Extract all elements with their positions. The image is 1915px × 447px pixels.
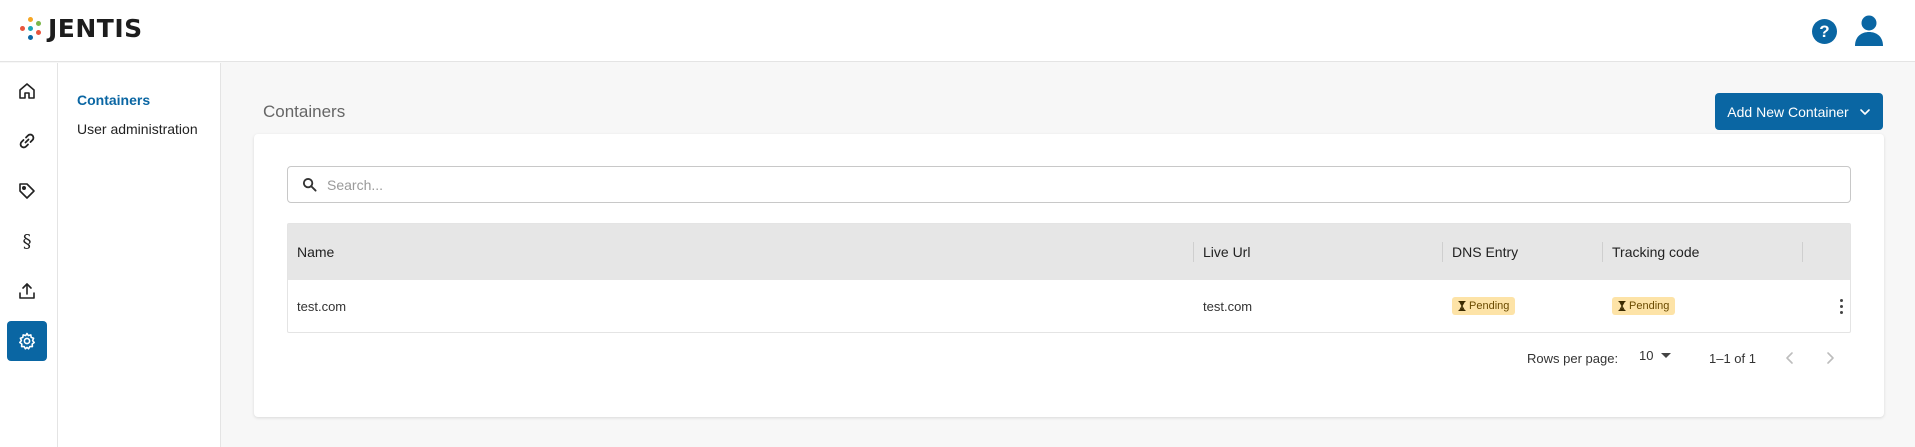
help-circle-icon: ? — [1819, 21, 1830, 41]
pagination: Rows per page: 10 1–1 of 1 — [254, 343, 1884, 373]
pagination-range: 1–1 of 1 — [1709, 351, 1756, 366]
rows-per-page-value: 10 — [1639, 348, 1654, 363]
chevron-down-icon — [1859, 108, 1870, 115]
previous-page-button[interactable] — [1778, 346, 1802, 370]
sidebar-item-publish[interactable] — [7, 271, 47, 311]
status-text: Pending — [1469, 300, 1510, 312]
gear-icon — [19, 332, 35, 350]
sidebar-item-settings[interactable] — [7, 321, 47, 361]
sidebar-item-tags[interactable] — [7, 171, 47, 211]
add-new-container-button[interactable]: Add New Container — [1715, 93, 1883, 130]
link-icon — [19, 133, 35, 149]
cell-live-url: test.com — [1203, 298, 1253, 314]
table-header: Name Live Url DNS Entry Tracking code — [288, 224, 1850, 280]
column-header-live-url[interactable]: Live Url — [1203, 224, 1250, 280]
tag-icon — [19, 183, 35, 199]
logo-mark-icon — [20, 16, 42, 41]
chevron-left-icon — [1786, 352, 1793, 364]
home-icon — [19, 83, 35, 99]
caret-down-icon — [1661, 353, 1672, 358]
search-input[interactable] — [327, 176, 1827, 193]
search-icon — [302, 177, 317, 192]
column-header-name[interactable]: Name — [297, 224, 334, 280]
sidebar-item-links[interactable] — [7, 121, 47, 161]
row-actions-menu-icon[interactable] — [1831, 296, 1851, 316]
user-menu-button[interactable] — [1854, 14, 1884, 46]
hourglass-icon — [1618, 301, 1626, 311]
subnav-item-user-administration[interactable]: User administration — [77, 121, 198, 137]
add-button-label: Add New Container — [1727, 103, 1849, 120]
column-divider — [1602, 242, 1603, 262]
chevron-right-icon — [1827, 352, 1834, 364]
subnav-item-containers[interactable]: Containers — [77, 92, 150, 108]
next-page-button[interactable] — [1818, 346, 1842, 370]
cell-tracking-code: Pending — [1612, 280, 1676, 332]
sidebar-item-legal[interactable]: § — [7, 221, 47, 261]
containers-card: Name Live Url DNS Entry Tracking code te… — [254, 134, 1884, 417]
rows-per-page-select[interactable]: 10 — [1639, 348, 1672, 363]
column-header-tracking-code[interactable]: Tracking code — [1612, 224, 1699, 280]
sidebar: § — [0, 63, 58, 447]
rows-per-page-label: Rows per page: — [1527, 351, 1619, 366]
status-text: Pending — [1629, 300, 1670, 312]
page-title: Containers — [263, 102, 346, 121]
search-box[interactable] — [287, 166, 1851, 203]
column-header-dns-entry[interactable]: DNS Entry — [1452, 224, 1518, 280]
status-badge: Pending — [1612, 297, 1676, 315]
containers-table: Name Live Url DNS Entry Tracking code te… — [287, 223, 1851, 333]
logo[interactable]: JENTIS — [20, 14, 143, 43]
column-divider — [1193, 242, 1194, 262]
cell-dns-entry: Pending — [1452, 280, 1516, 332]
cell-name: test.com — [297, 298, 347, 314]
column-divider — [1802, 242, 1803, 262]
user-icon — [1855, 15, 1883, 46]
section-icon: § — [22, 230, 32, 252]
upload-icon — [19, 283, 35, 299]
help-button[interactable]: ? — [1812, 19, 1837, 44]
top-bar: JENTIS ? — [0, 0, 1915, 62]
hourglass-icon — [1458, 301, 1466, 311]
sub-navigation: Containers User administration — [58, 63, 221, 447]
brand-name: JENTIS — [48, 14, 143, 43]
sidebar-item-home[interactable] — [7, 71, 47, 111]
status-badge: Pending — [1452, 297, 1516, 315]
table-row[interactable]: test.com test.com Pending Pending — [288, 280, 1850, 332]
column-divider — [1442, 242, 1443, 262]
